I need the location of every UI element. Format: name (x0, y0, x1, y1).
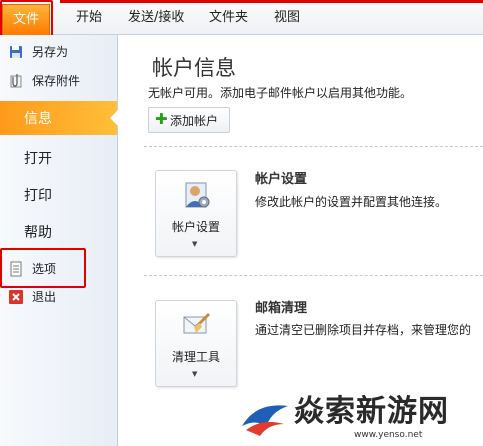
divider (144, 275, 483, 276)
exit-icon (9, 290, 23, 304)
watermark-logo-icon (238, 396, 292, 440)
watermark: 焱索新游网 www.yenso.net (236, 384, 483, 446)
add-account-button[interactable]: ✚ 添加帐户 (148, 107, 230, 133)
mailbox-cleanup-title: 邮箱清理 (255, 301, 308, 316)
page-subtitle: 无帐户可用。添加电子邮件帐户以启用其他功能。 (148, 86, 413, 100)
cleanup-tools-button[interactable]: 清理工具 ▼ (155, 300, 237, 387)
account-settings-icon (185, 182, 210, 208)
nav-help-label: 帮助 (24, 225, 52, 241)
chevron-down-icon: ▼ (192, 240, 198, 248)
watermark-url: www.yenso.net (354, 430, 423, 440)
nav-exit[interactable]: 退出 (0, 285, 117, 309)
nav-open-label: 打开 (24, 151, 52, 167)
add-account-label: 添加帐户 (170, 114, 219, 128)
nav-help[interactable]: 帮助 (0, 215, 117, 249)
watermark-text: 焱索新游网 (294, 394, 449, 429)
paperclip-icon (10, 74, 22, 88)
account-settings-button-label: 帐户设置 (171, 220, 220, 234)
nav-print[interactable]: 打印 (0, 178, 117, 212)
chevron-down-icon: ▼ (192, 370, 198, 378)
nav-save-as[interactable]: 另存为 (0, 40, 117, 64)
nav-open[interactable]: 打开 (0, 141, 117, 175)
cleanup-tools-button-label: 清理工具 (171, 350, 220, 364)
nav-save-attachments[interactable]: 保存附件 (0, 69, 117, 93)
highlight-line (60, 0, 483, 3)
tab-folder[interactable]: 文件夹 (209, 4, 248, 32)
tab-send-receive[interactable]: 发送/接收 (128, 4, 184, 32)
ribbon-tab-bar: 文件 开始 发送/接收 文件夹 视图 (0, 0, 483, 36)
tab-view[interactable]: 视图 (274, 4, 300, 32)
nav-print-label: 打印 (24, 188, 52, 204)
page-title: 帐户信息 (152, 56, 236, 80)
cleanup-tools-icon (183, 313, 210, 334)
highlight-box-options (0, 248, 86, 288)
save-as-icon (10, 46, 22, 58)
plus-icon: ✚ (155, 110, 168, 128)
tab-home[interactable]: 开始 (76, 4, 102, 32)
nav-info-label: 信息 (24, 111, 52, 127)
nav-exit-label: 退出 (32, 290, 57, 304)
account-settings-button[interactable]: 帐户设置 ▼ (155, 170, 237, 257)
nav-info[interactable]: 信息 (0, 101, 118, 135)
mailbox-cleanup-desc: 通过清空已删除项目并存档，来管理您的 (255, 323, 472, 337)
account-settings-desc: 修改此帐户的设置并配置其他连接。 (255, 195, 448, 209)
divider (144, 146, 483, 147)
backstage-nav: 另存为 保存附件 信息 打开 打印 帮助 选项 退出 (0, 35, 118, 446)
nav-save-attachments-label: 保存附件 (32, 74, 81, 88)
account-settings-title: 帐户设置 (255, 172, 308, 187)
nav-save-as-label: 另存为 (32, 45, 69, 59)
